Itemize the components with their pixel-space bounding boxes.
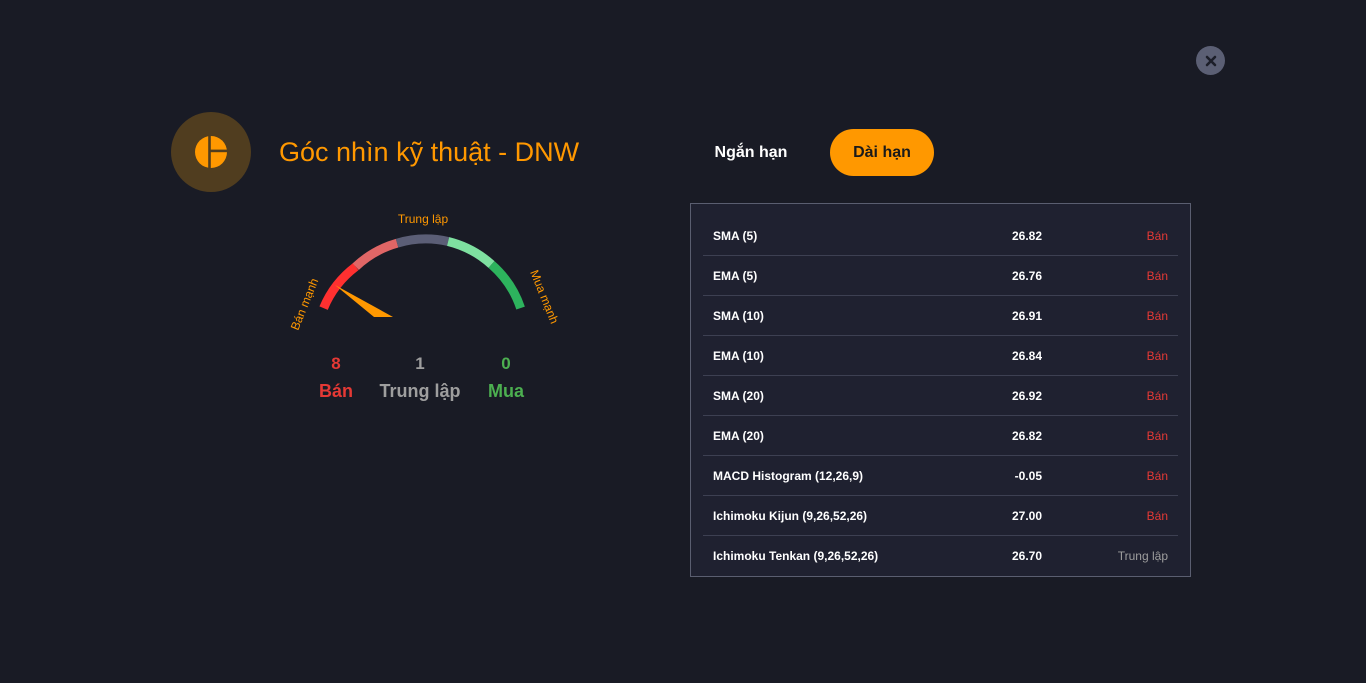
indicator-signal: Bán	[1146, 508, 1168, 523]
indicator-value: 26.70	[1011, 548, 1042, 563]
gauge-segment-strong-buy	[488, 261, 525, 310]
page-title: Góc nhìn kỹ thuật - DNW	[279, 137, 580, 167]
table-row: EMA (10) 26.84 Bán	[703, 336, 1178, 376]
indicator-value: 26.82	[1011, 228, 1042, 243]
sell-count: 8	[331, 354, 341, 373]
table-row: SMA (20) 26.92 Bán	[703, 376, 1178, 416]
indicator-signal: Bán	[1146, 428, 1168, 443]
close-icon	[1205, 55, 1216, 66]
gauge-label-strong-sell: Bán mạnh	[288, 276, 321, 332]
indicator-signal: Bán	[1146, 388, 1168, 403]
gauge-segment-neutral	[395, 234, 450, 248]
indicator-value: 26.91	[1011, 308, 1042, 323]
gauge-segment-buy	[446, 237, 495, 268]
indicator-name: SMA (10)	[713, 308, 764, 323]
table-row: EMA (20) 26.82 Bán	[703, 416, 1178, 456]
indicator-name: SMA (20)	[713, 388, 764, 403]
indicator-name: MACD Histogram (12,26,9)	[713, 468, 864, 483]
buy-label: Mua	[488, 381, 524, 401]
indicator-signal: Trung lập	[1117, 548, 1168, 563]
indicator-signal: Bán	[1146, 268, 1168, 283]
indicator-signal: Bán	[1146, 348, 1168, 363]
table-row: SMA (10) 26.91 Bán	[703, 296, 1178, 336]
logo	[171, 112, 251, 192]
indicator-name: EMA (20)	[713, 428, 764, 443]
indicator-name: EMA (5)	[713, 268, 758, 283]
indicator-value: 26.84	[1011, 348, 1042, 363]
indicator-value: 26.76	[1011, 268, 1042, 283]
indicator-name: SMA (5)	[713, 228, 758, 243]
indicator-name: Ichimoku Kijun (9,26,52,26)	[713, 508, 868, 523]
indicator-signal: Bán	[1146, 228, 1168, 243]
signal-summary: 8 Bán 1 Trung lập 0 Mua	[300, 352, 550, 412]
indicator-signal: Bán	[1146, 308, 1168, 323]
table-row: Ichimoku Tenkan (9,26,52,26) 26.70 Trung…	[703, 536, 1178, 575]
table-row: MACD Histogram (12,26,9) -0.05 Bán	[703, 456, 1178, 496]
indicator-value: -0.05	[1014, 468, 1042, 483]
technical-view-modal: Góc nhìn kỹ thuật - DNW Ngắn hạn Dài hạn…	[0, 0, 1366, 683]
indicator-value: 26.92	[1011, 388, 1042, 403]
neutral-label: Trung lập	[379, 381, 461, 401]
sentiment-gauge: Trung lập Bán mạnh Mua mạnh	[288, 212, 562, 332]
sell-label: Bán	[318, 381, 353, 401]
summary-neutral: 1 Trung lập	[375, 352, 465, 406]
gauge-segment-strong-sell	[319, 263, 359, 310]
close-button[interactable]	[1196, 46, 1225, 75]
indicator-table: SMA (5) 26.82 Bán EMA (5) 26.76 Bán SMA …	[690, 203, 1191, 577]
indicator-value: 27.00	[1011, 508, 1042, 523]
buy-count: 0	[501, 354, 511, 373]
indicator-value: 26.82	[1011, 428, 1042, 443]
tab-long-term[interactable]: Dài hạn	[830, 129, 934, 176]
table-row: SMA (5) 26.82 Bán	[703, 216, 1178, 256]
neutral-count: 1	[415, 354, 425, 373]
gauge-segment-sell	[352, 238, 399, 271]
indicator-name: EMA (10)	[713, 348, 764, 363]
gauge-logo-icon	[195, 136, 227, 168]
gauge-needle	[335, 285, 393, 317]
table-row: EMA (5) 26.76 Bán	[703, 256, 1178, 296]
table-row: Ichimoku Kijun (9,26,52,26) 27.00 Bán	[703, 496, 1178, 536]
summary-sell: 8 Bán	[291, 352, 381, 406]
summary-buy: 0 Mua	[461, 352, 551, 406]
indicator-signal: Bán	[1146, 468, 1168, 483]
gauge-label-neutral: Trung lập	[398, 212, 449, 226]
tab-short-term[interactable]: Ngắn hạn	[700, 129, 802, 176]
indicator-name: Ichimoku Tenkan (9,26,52,26)	[713, 548, 879, 563]
gauge-label-strong-buy: Mua mạnh	[527, 268, 561, 326]
